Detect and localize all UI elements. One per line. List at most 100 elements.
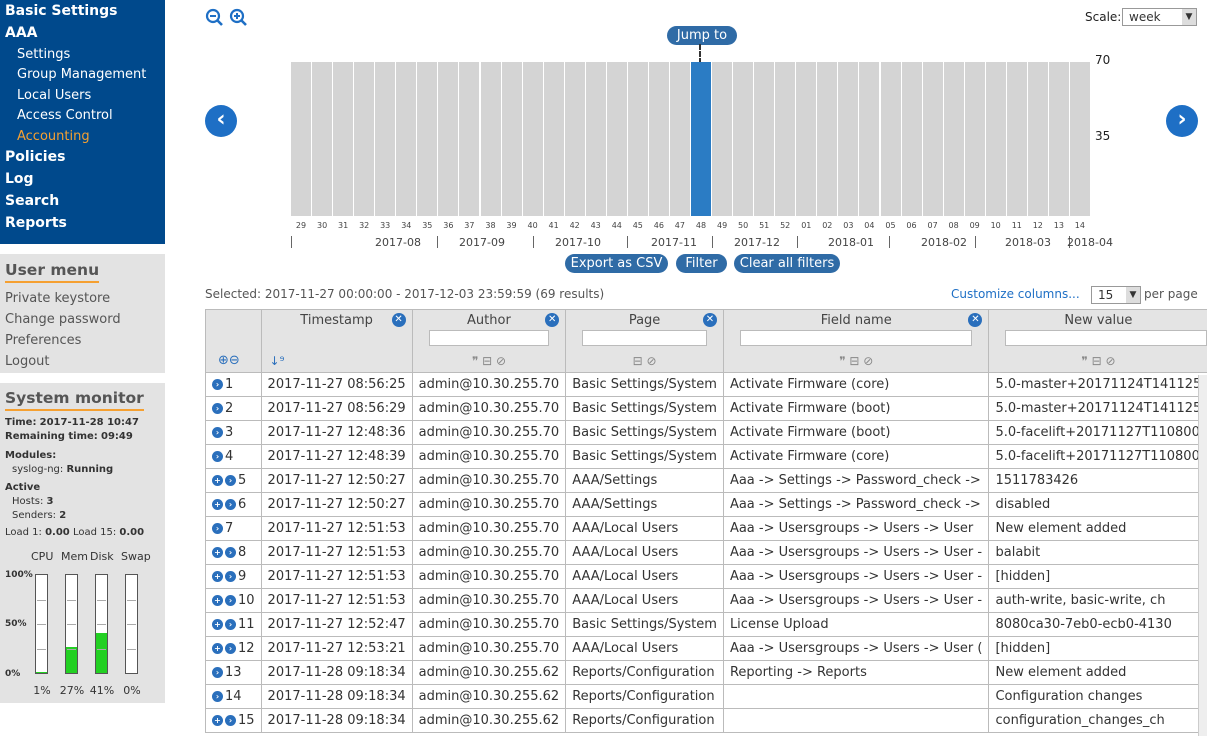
timeline-week-cell[interactable] — [901, 62, 922, 216]
expand-icon[interactable]: + — [212, 643, 223, 654]
timeline-week-cell[interactable] — [859, 62, 880, 216]
timeline-week-cell[interactable] — [1048, 62, 1069, 216]
column-header-page[interactable]: Page ✕ ⊟ ⊘ — [565, 309, 724, 373]
table-row[interactable]: › 4 2017-11-27 12:48:39 admin@10.30.255.70 B… — [205, 444, 1207, 469]
expand-icon[interactable]: + — [212, 715, 223, 726]
timeline-week-cell[interactable] — [396, 62, 417, 216]
jump-to-button[interactable]: Jump to — [667, 26, 737, 45]
table-row[interactable]: › 3 2017-11-27 12:48:36 admin@10.30.255.70 B… — [205, 420, 1207, 445]
sort-icon[interactable]: ↓⁹ — [262, 354, 411, 368]
timeline-week-cell[interactable] — [522, 62, 543, 216]
details-icon[interactable]: › — [212, 667, 223, 678]
details-icon[interactable]: › — [225, 715, 236, 726]
timeline-week-cell[interactable] — [438, 62, 459, 216]
nav-basic-settings[interactable]: Basic Settings — [0, 1, 165, 23]
expand-icon[interactable]: + — [212, 595, 223, 606]
timeline-week-cell[interactable] — [1006, 62, 1027, 216]
timeline-week-cell[interactable] — [480, 62, 501, 216]
filter-button[interactable]: Filter — [676, 254, 727, 273]
timeline-week-cell[interactable] — [459, 62, 480, 216]
details-icon[interactable]: › — [225, 595, 236, 606]
timeline-week-cell[interactable] — [1027, 62, 1048, 216]
table-row[interactable]: + › 8 2017-11-27 12:51:53 admin@10.30.255.70… — [205, 540, 1207, 565]
new-value-filter-input[interactable] — [1005, 330, 1207, 346]
timeline-week-cell[interactable] — [775, 62, 796, 216]
nav-policies[interactable]: Policies — [0, 147, 165, 169]
table-scrollbar[interactable] — [1198, 375, 1207, 736]
nav-access-control[interactable]: Access Control — [0, 106, 165, 126]
nav-local-users[interactable]: Local Users — [0, 86, 165, 106]
filter-options-icon[interactable]: ❞ ⊟ ⊘ — [413, 354, 565, 368]
previous-icon[interactable]: ‹ — [205, 105, 237, 137]
timeline-week-cell[interactable] — [733, 62, 754, 216]
timeline-week-cell[interactable] — [669, 62, 690, 216]
timeline-week-cell[interactable] — [817, 62, 838, 216]
table-row[interactable]: › 14 2017-11-28 09:18:34 admin@10.30.255.62… — [205, 684, 1207, 709]
column-header-timestamp[interactable]: Timestamp ✕ ↓⁹ — [260, 309, 413, 373]
timeline-week-cell[interactable] — [796, 62, 817, 216]
table-row[interactable]: › 1 2017-11-27 08:56:25 admin@10.30.255.70 B… — [205, 372, 1207, 397]
timeline-week-cell[interactable] — [354, 62, 375, 216]
column-header-field-name[interactable]: Field name ✕ ❞ ⊟ ⊘ — [722, 309, 990, 373]
timeline-week-cell[interactable] — [754, 62, 775, 216]
expand-icon[interactable]: + — [212, 571, 223, 582]
table-row[interactable]: + › 9 2017-11-27 12:51:53 admin@10.30.255.70… — [205, 564, 1207, 589]
details-icon[interactable]: › — [212, 451, 223, 462]
nav-aaa[interactable]: AAA — [0, 23, 165, 45]
menu-private-keystore[interactable]: Private keystore — [5, 288, 160, 309]
menu-logout[interactable]: Logout — [5, 351, 160, 372]
nav-search[interactable]: Search — [0, 191, 165, 213]
timeline-week-cell[interactable] — [543, 62, 564, 216]
page-filter-input[interactable] — [582, 330, 707, 346]
timeline-week-cell[interactable] — [691, 62, 711, 216]
details-icon[interactable]: › — [212, 403, 223, 414]
nav-log[interactable]: Log — [0, 169, 165, 191]
table-row[interactable]: + › 10 2017-11-27 12:51:53 admin@10.30.255.7… — [205, 588, 1207, 613]
table-row[interactable]: › 2 2017-11-27 08:56:29 admin@10.30.255.70 B… — [205, 396, 1207, 421]
details-icon[interactable]: › — [225, 547, 236, 558]
timeline-week-cell[interactable] — [964, 62, 985, 216]
scale-select[interactable]: week ▼ — [1122, 8, 1197, 26]
expand-collapse-icon[interactable]: ⊕⊖ — [206, 353, 260, 368]
table-row[interactable]: + › 5 2017-11-27 12:50:27 admin@10.30.255.70… — [205, 468, 1207, 493]
nav-reports[interactable]: Reports — [0, 213, 165, 235]
timeline-week-cell[interactable] — [1069, 62, 1090, 216]
table-row[interactable]: + › 15 2017-11-28 09:18:34 admin@10.30.255.6… — [205, 708, 1207, 733]
filter-options-icon[interactable]: ⊟ ⊘ — [567, 354, 723, 368]
timeline-week-cell[interactable] — [501, 62, 522, 216]
details-icon[interactable]: › — [225, 619, 236, 630]
details-icon[interactable]: › — [212, 379, 223, 390]
timeline-week-cell[interactable] — [838, 62, 859, 216]
zoom-in-icon[interactable] — [229, 8, 247, 26]
export-csv-button[interactable]: Export as CSV — [565, 254, 668, 273]
field-name-filter-input[interactable] — [739, 330, 973, 346]
nav-group-management[interactable]: Group Management — [0, 65, 165, 85]
nav-accounting[interactable]: Accounting — [0, 127, 165, 147]
expand-icon[interactable]: + — [212, 475, 223, 486]
timeline-week-cell[interactable] — [943, 62, 964, 216]
expand-icon[interactable]: + — [212, 619, 223, 630]
timeline-week-cell[interactable] — [291, 62, 311, 216]
details-icon[interactable]: › — [212, 427, 223, 438]
timeline-week-cell[interactable] — [375, 62, 396, 216]
timeline-week-cell[interactable] — [922, 62, 943, 216]
expand-icon[interactable]: + — [212, 499, 223, 510]
timeline-week-cell[interactable] — [880, 62, 901, 216]
timeline-week-cell[interactable] — [417, 62, 438, 216]
close-icon[interactable]: ✕ — [391, 313, 406, 327]
details-icon[interactable]: › — [225, 475, 236, 486]
column-header-new-value[interactable]: New value ❞ ⊟ ⊘ — [988, 309, 1207, 373]
timeline-week-cell[interactable] — [627, 62, 648, 216]
menu-change-password[interactable]: Change password — [5, 309, 160, 330]
table-row[interactable]: + › 12 2017-11-27 12:53:21 admin@10.30.255.7… — [205, 636, 1207, 661]
details-icon[interactable]: › — [225, 499, 236, 510]
table-row[interactable]: › 13 2017-11-28 09:18:34 admin@10.30.255.62… — [205, 660, 1207, 685]
timeline-week-cell[interactable] — [585, 62, 606, 216]
filter-options-icon[interactable]: ❞ ⊟ ⊘ — [990, 354, 1207, 368]
menu-preferences[interactable]: Preferences — [5, 330, 160, 351]
table-row[interactable]: + › 11 2017-11-27 12:52:47 admin@10.30.255.7… — [205, 612, 1207, 637]
timeline-week-cell[interactable] — [564, 62, 585, 216]
close-icon[interactable]: ✕ — [702, 313, 717, 327]
details-icon[interactable]: › — [212, 523, 223, 534]
per-page-select[interactable]: 15 ▼ — [1091, 286, 1141, 304]
